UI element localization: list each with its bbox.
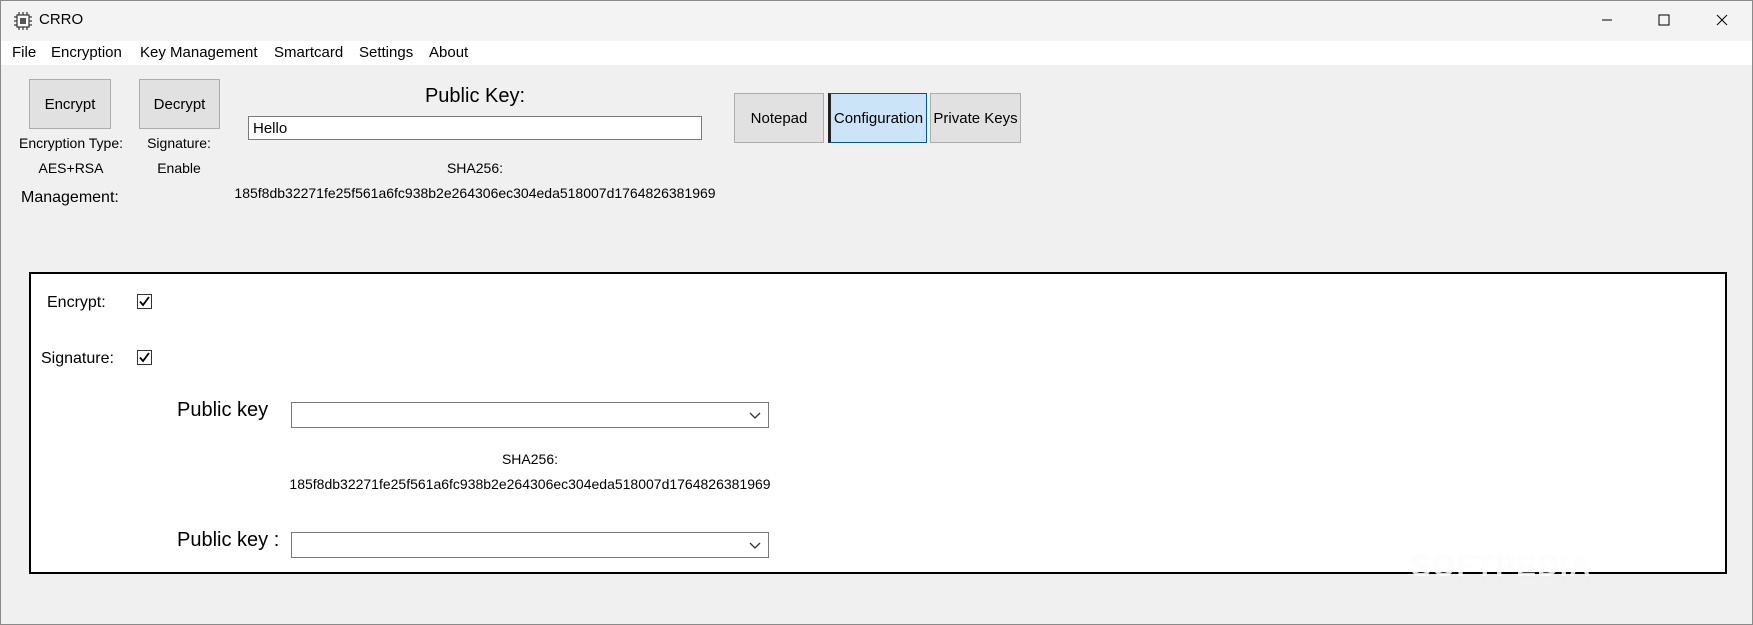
sha256-value: 185f8db32271fe25f561a6fc938b2e264306ec30… [234,185,716,201]
configuration-panel: Encrypt: Signature: Public key SHA256: 1… [29,272,1727,574]
minimize-icon [1601,13,1613,30]
sha256-value-panel: 185f8db32271fe25f561a6fc938b2e264306ec30… [289,476,771,492]
tab-private-keys[interactable]: Private Keys [930,93,1021,143]
app-window: CRRO File Encryption Key Management Smar… [0,0,1753,625]
title-bar[interactable]: CRRO [1,1,1752,41]
window-title: CRRO [39,11,84,28]
encrypt-button[interactable]: Encrypt [29,79,111,129]
chip-icon [13,11,33,31]
close-button[interactable] [1693,1,1751,41]
menu-file[interactable]: File [12,44,36,61]
menu-key-management[interactable]: Key Management [140,44,258,61]
minimize-button[interactable] [1578,1,1636,41]
menu-smartcard[interactable]: Smartcard [274,44,343,61]
signature-option-label: Signature: [41,350,114,367]
main-content: Encrypt Decrypt Encryption Type: AES+RSA… [1,65,1752,624]
encrypt-checkbox[interactable] [137,294,152,309]
public-key-label-1: Public key [177,399,269,421]
public-key-label-2: Public key : [177,529,280,551]
tab-configuration[interactable]: Configuration [828,93,927,143]
encrypt-option-label: Encrypt: [47,294,106,311]
chevron-down-icon [748,408,762,422]
signature-checkbox[interactable] [137,350,152,365]
maximize-button[interactable] [1635,1,1693,41]
signature-label: Signature: [147,135,211,151]
public-key-heading: Public Key: [424,85,526,107]
encryption-type-value: AES+RSA [38,160,104,176]
menu-about[interactable]: About [429,44,468,61]
menu-settings[interactable]: Settings [359,44,413,61]
sha256-label: SHA256: [446,160,504,176]
public-key-input[interactable] [248,116,702,140]
watermark: SOFTPEDIA [1411,550,1592,583]
sha256-label-panel: SHA256: [501,451,559,467]
management-label: Management: [21,189,119,206]
decrypt-button[interactable]: Decrypt [139,79,220,129]
maximize-icon [1658,13,1670,30]
public-key-dropdown-1[interactable] [291,402,769,428]
tab-notepad[interactable]: Notepad [734,93,824,143]
menu-encryption[interactable]: Encryption [51,44,122,61]
encryption-type-label: Encryption Type: [18,135,124,151]
close-icon [1716,13,1728,30]
public-key-dropdown-2[interactable] [291,532,769,558]
signature-value: Enable [157,160,201,176]
menu-bar: File Encryption Key Management Smartcard… [1,41,1752,65]
chevron-down-icon [748,538,762,552]
